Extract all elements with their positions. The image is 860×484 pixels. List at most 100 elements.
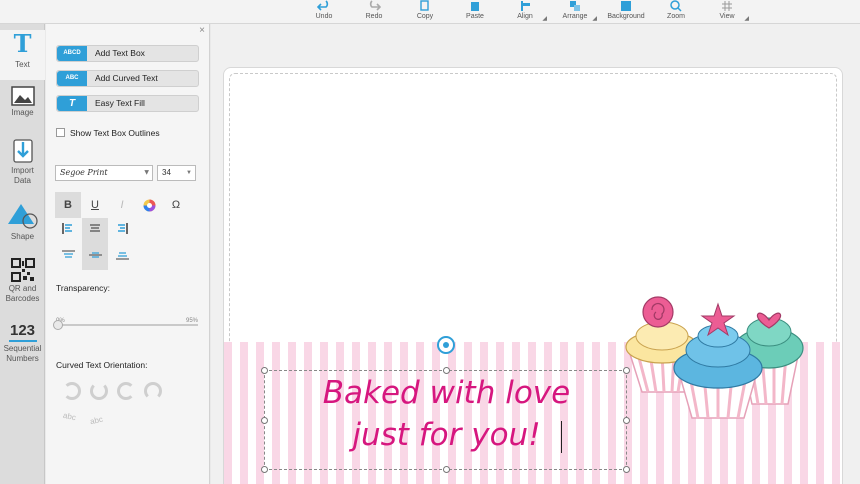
panel-close-icon[interactable]: × bbox=[199, 25, 205, 36]
align-right-icon bbox=[118, 223, 128, 234]
cupcakes-image[interactable] bbox=[612, 292, 812, 422]
redo-button[interactable]: Redo bbox=[352, 0, 396, 24]
valign-bottom-button[interactable] bbox=[109, 244, 135, 270]
special-characters-button[interactable]: Ω bbox=[163, 192, 189, 218]
resize-handle-nw[interactable] bbox=[261, 367, 268, 374]
align-left-icon bbox=[62, 223, 72, 234]
curve-orientation-3[interactable] bbox=[117, 382, 135, 400]
chevron-down-icon: ▼ bbox=[144, 169, 149, 176]
design-canvas-area[interactable]: Baked with love just for you! bbox=[211, 24, 860, 484]
text-fill-icon: T bbox=[57, 96, 87, 111]
shape-icon bbox=[7, 204, 38, 229]
text-cursor bbox=[561, 421, 562, 453]
show-outlines-checkbox[interactable]: Show Text Box Outlines bbox=[56, 128, 160, 138]
zoom-icon bbox=[670, 0, 682, 12]
align-button[interactable]: Align ◢ bbox=[503, 0, 547, 24]
align-label: Align bbox=[517, 13, 533, 20]
chevron-down-icon: ▼ bbox=[186, 170, 192, 176]
resize-handle-ne[interactable] bbox=[623, 367, 630, 374]
zoom-button[interactable]: Zoom bbox=[654, 0, 698, 24]
background-button[interactable]: Background bbox=[604, 0, 648, 24]
bold-button[interactable]: B bbox=[55, 192, 81, 218]
text-line-2[interactable]: just for you! bbox=[265, 415, 628, 455]
resize-handle-w[interactable] bbox=[261, 417, 268, 424]
curve-sample-1[interactable]: abc bbox=[62, 411, 76, 422]
font-size-select[interactable]: 34 ▼ bbox=[157, 165, 196, 181]
rail-item-qr-barcodes[interactable]: QR and Barcodes bbox=[0, 258, 45, 312]
rail-item-import-data[interactable]: Import Data bbox=[0, 138, 45, 190]
easy-text-fill-button[interactable]: T Easy Text Fill bbox=[56, 95, 199, 112]
rotate-handle[interactable] bbox=[437, 336, 455, 354]
rail-text-label: Text bbox=[15, 60, 30, 69]
align-center-button[interactable] bbox=[82, 218, 108, 244]
add-text-box-label: Add Text Box bbox=[95, 48, 145, 58]
rail-item-shape[interactable]: Shape bbox=[0, 202, 45, 246]
rail-shape-label: Shape bbox=[10, 232, 35, 241]
resize-handle-s[interactable] bbox=[443, 466, 450, 473]
resize-handle-sw[interactable] bbox=[261, 466, 268, 473]
rail-image-label: Image bbox=[11, 108, 34, 117]
curved-orientation-label: Curved Text Orientation: bbox=[56, 360, 148, 370]
design-page[interactable]: Baked with love just for you! bbox=[223, 67, 843, 484]
paste-label: Paste bbox=[466, 13, 484, 20]
undo-button[interactable]: Undo bbox=[302, 0, 346, 24]
undo-label: Undo bbox=[315, 13, 333, 20]
arrange-icon bbox=[570, 1, 580, 11]
align-left-button[interactable] bbox=[55, 218, 81, 244]
curved-text-icon: ABC bbox=[57, 71, 87, 86]
italic-button[interactable]: I bbox=[109, 192, 135, 218]
resize-handle-n[interactable] bbox=[443, 367, 450, 374]
resize-handle-e[interactable] bbox=[623, 417, 630, 424]
redo-icon bbox=[369, 0, 381, 11]
rail-import-label-1: Import bbox=[11, 166, 34, 175]
transparency-slider-handle[interactable] bbox=[53, 320, 63, 330]
valign-top-button[interactable] bbox=[55, 244, 81, 270]
transparency-slider-track[interactable] bbox=[58, 324, 198, 326]
rail-seq-label-1: Sequential bbox=[3, 344, 42, 353]
copy-label: Copy bbox=[416, 13, 434, 20]
curve-sample-2[interactable]: abc bbox=[89, 415, 103, 426]
curve-orientation-2[interactable] bbox=[90, 382, 108, 400]
paste-icon bbox=[471, 2, 479, 11]
background-label: Background bbox=[607, 13, 645, 20]
tool-rail: T Text Image Import Data Shape QR and Ba… bbox=[0, 24, 45, 484]
valign-middle-button[interactable] bbox=[82, 244, 108, 270]
selected-text-box[interactable]: Baked with love just for you! bbox=[261, 367, 630, 473]
curve-orientation-4[interactable] bbox=[144, 382, 162, 400]
qr-icon bbox=[10, 258, 35, 282]
copy-icon bbox=[420, 0, 429, 11]
view-icon bbox=[722, 1, 732, 11]
rail-item-sequential-numbers[interactable]: 123 Sequential Numbers bbox=[0, 322, 45, 374]
add-curved-text-label: Add Curved Text bbox=[95, 73, 158, 83]
arrange-label: Arrange bbox=[562, 13, 588, 20]
add-text-box-button[interactable]: ABCD Add Text Box bbox=[56, 45, 199, 62]
font-family-select[interactable]: Segoe Print ▼ bbox=[55, 165, 153, 181]
arrange-dropdown-icon: ◢ bbox=[592, 16, 597, 22]
rail-qr-label-1: QR and bbox=[8, 284, 37, 293]
copy-button[interactable]: Copy bbox=[403, 0, 447, 24]
align-center-icon bbox=[90, 224, 100, 232]
rail-item-text[interactable]: T Text bbox=[0, 30, 45, 80]
arrange-button[interactable]: Arrange ◢ bbox=[553, 0, 597, 24]
curve-orientation-1[interactable] bbox=[63, 382, 81, 400]
rail-import-label-2: Data bbox=[14, 176, 31, 185]
rail-qr-label-2: Barcodes bbox=[5, 294, 40, 303]
paste-button[interactable]: Paste bbox=[453, 0, 497, 24]
resize-handle-se[interactable] bbox=[623, 466, 630, 473]
view-dropdown-icon: ◢ bbox=[744, 16, 749, 22]
color-picker-button[interactable] bbox=[136, 192, 162, 218]
rail-seq-label-2: Numbers bbox=[6, 354, 39, 363]
underline-button[interactable]: U bbox=[82, 192, 108, 218]
easy-text-fill-label: Easy Text Fill bbox=[95, 98, 145, 108]
show-outlines-label: Show Text Box Outlines bbox=[70, 128, 160, 138]
text-line-1[interactable]: Baked with love bbox=[265, 373, 628, 413]
align-right-button[interactable] bbox=[109, 218, 135, 244]
add-curved-text-button[interactable]: ABC Add Curved Text bbox=[56, 70, 199, 87]
view-button[interactable]: View ◢ bbox=[705, 0, 749, 24]
font-size-value: 34 bbox=[162, 168, 171, 177]
zoom-label: Zoom bbox=[667, 13, 685, 20]
rail-item-image[interactable]: Image bbox=[0, 86, 45, 130]
text-icon: T bbox=[13, 29, 32, 58]
valign-bottom-icon bbox=[115, 252, 129, 260]
image-icon bbox=[10, 86, 35, 106]
